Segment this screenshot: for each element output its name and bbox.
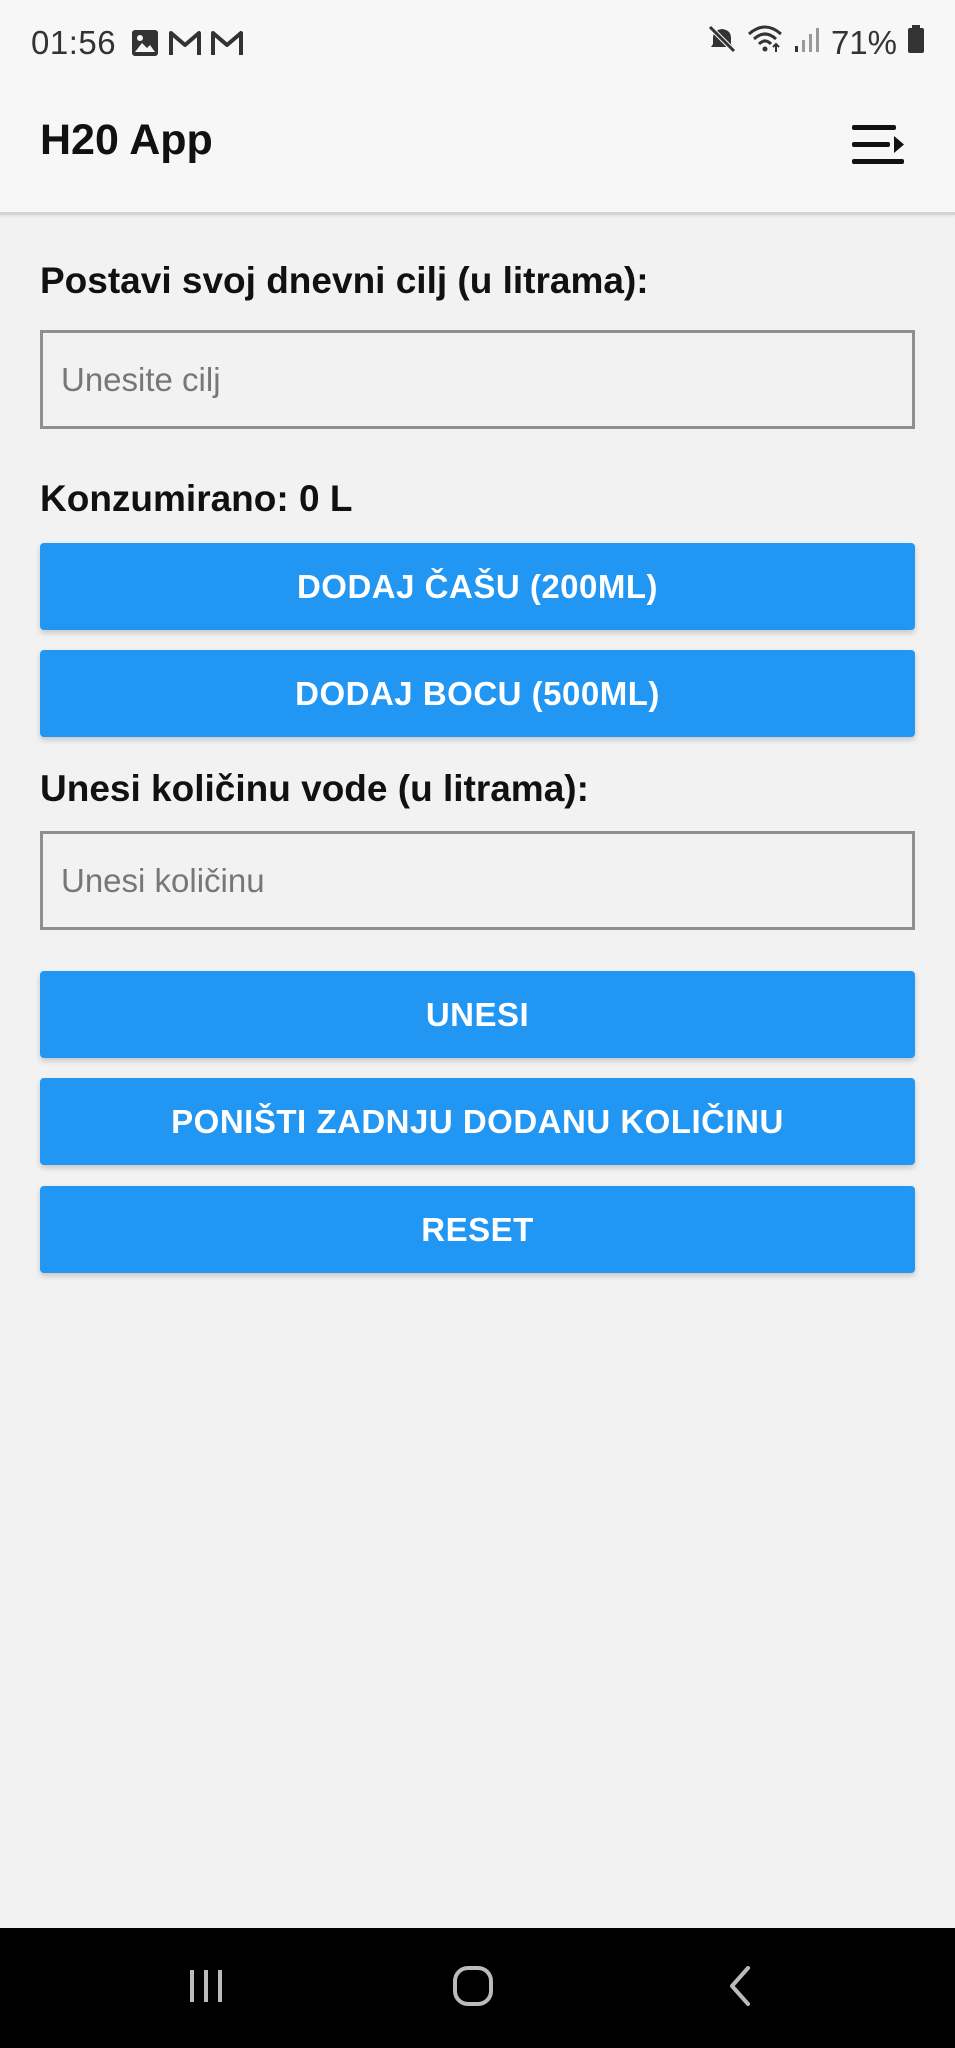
consumed-text: Konzumirano: 0 L <box>40 478 353 519</box>
wifi-icon <box>747 24 783 62</box>
amount-label: Unesi količinu vode (u litrama): <box>40 768 589 809</box>
system-nav-bar <box>0 1928 955 2048</box>
enter-button[interactable]: UNESI <box>40 971 915 1058</box>
status-system-icons: 71% <box>707 24 925 62</box>
amount-input[interactable] <box>40 831 915 930</box>
menu-icon <box>850 121 906 174</box>
mute-icon <box>707 24 737 62</box>
app-bar: H20 App <box>0 88 955 215</box>
status-notification-icons <box>130 28 244 63</box>
goal-input[interactable] <box>40 330 915 429</box>
gmail-icon <box>210 29 244 62</box>
reset-button[interactable]: RESET <box>40 1186 915 1273</box>
add-bottle-button[interactable]: DODAJ BOCU (500ML) <box>40 650 915 737</box>
app-title: H20 App <box>40 116 213 164</box>
back-icon <box>722 1964 758 2013</box>
add-glass-button[interactable]: DODAJ ČAŠU (200ML) <box>40 543 915 630</box>
back-button[interactable] <box>700 1958 780 2018</box>
menu-button[interactable] <box>841 110 915 184</box>
battery-icon <box>907 24 925 62</box>
signal-icon <box>793 24 821 62</box>
battery-percent: 71% <box>830 24 897 61</box>
gmail-icon <box>168 29 202 62</box>
gallery-icon <box>130 28 160 63</box>
home-button[interactable] <box>433 1958 513 2018</box>
goal-label: Postavi svoj dnevni cilj (u litrama): <box>40 260 649 301</box>
status-time: 01:56 <box>31 24 117 61</box>
status-bar: 01:56 71% <box>0 0 955 88</box>
undo-last-button[interactable]: PONIŠTI ZADNJU DODANU KOLIČINU <box>40 1078 915 1165</box>
recent-apps-icon <box>186 1966 226 2011</box>
recent-apps-button[interactable] <box>166 1958 246 2018</box>
home-icon <box>451 1964 495 2013</box>
